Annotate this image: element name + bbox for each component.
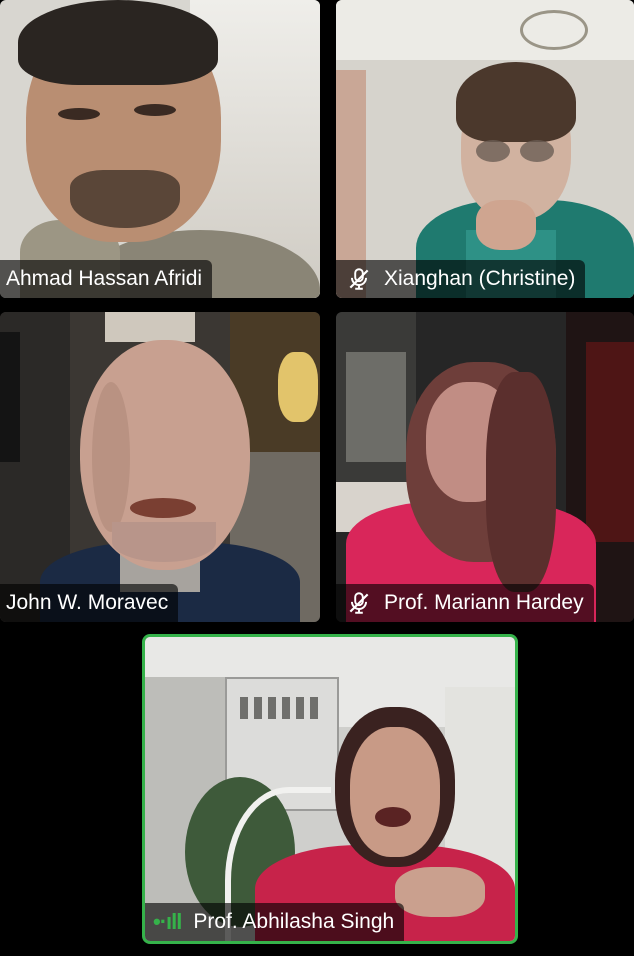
participant-name-label: Xianghan (Christine) bbox=[336, 260, 586, 298]
participant-name: Ahmad Hassan Afridi bbox=[6, 267, 203, 290]
participant-tile-xianghan[interactable]: Xianghan (Christine) bbox=[336, 0, 634, 298]
participant-name: Xianghan (Christine) bbox=[384, 267, 576, 290]
participant-name-label: John W. Moravec bbox=[0, 584, 179, 622]
participant-video bbox=[336, 312, 634, 622]
participant-name: Prof. Abhilasha Singh bbox=[193, 910, 395, 933]
participant-tile-mariann[interactable]: Prof. Mariann Hardey bbox=[336, 312, 634, 622]
video-call-screen: { "participants": [ {"id": "tile-1", "na… bbox=[0, 0, 634, 956]
participant-name-label: Ahmad Hassan Afridi bbox=[0, 260, 213, 298]
participant-name: John W. Moravec bbox=[6, 591, 169, 614]
participant-name-label: •·ıll Prof. Abhilasha Singh bbox=[145, 903, 405, 941]
participant-tile-john[interactable]: John W. Moravec bbox=[0, 312, 320, 622]
audio-level-icon: •·ıll bbox=[153, 909, 182, 934]
participant-video bbox=[0, 312, 320, 622]
participant-video bbox=[0, 0, 320, 298]
participant-name: Prof. Mariann Hardey bbox=[384, 591, 584, 614]
mic-off-icon bbox=[349, 268, 369, 290]
participant-video bbox=[336, 0, 634, 298]
participant-tile-ahmad[interactable]: Ahmad Hassan Afridi bbox=[0, 0, 320, 298]
participant-video bbox=[145, 637, 515, 941]
participant-tile-abhilasha[interactable]: •·ıll Prof. Abhilasha Singh bbox=[142, 634, 518, 944]
mic-off-icon bbox=[349, 592, 369, 614]
participant-name-label: Prof. Mariann Hardey bbox=[336, 584, 594, 622]
